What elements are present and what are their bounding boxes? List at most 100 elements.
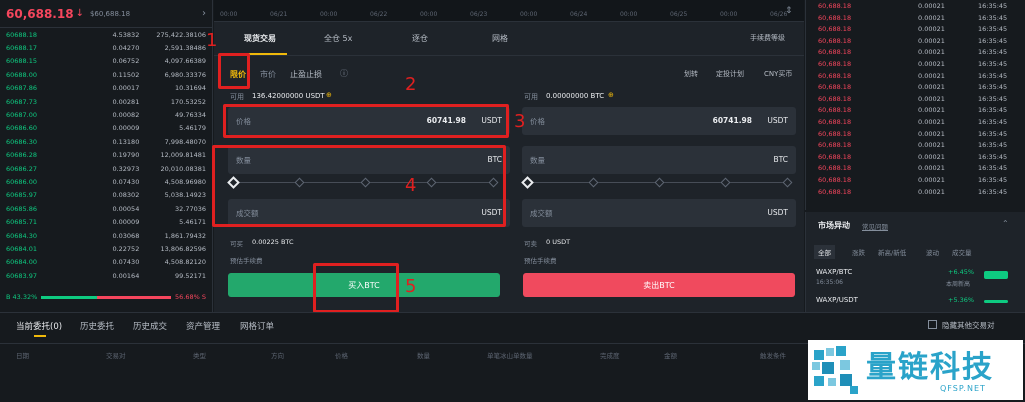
tab-spot[interactable]: 现货交易 — [244, 33, 276, 44]
tab-assets[interactable]: 资产管理 — [186, 320, 220, 332]
trade-price: 60,688.18 — [818, 176, 852, 184]
order-book-row[interactable]: 60686.00 0.07430 4,508.96980 — [0, 175, 212, 188]
market-tab-change[interactable]: 涨跌 — [852, 247, 865, 257]
market-item[interactable]: WAXP/BTC 16:35:06 +6.45% 本周新高 — [816, 268, 1016, 290]
ob-total: 275,422.38106 — [156, 30, 207, 39]
order-book-row[interactable]: 60686.30 0.13180 7,998.48070 — [0, 135, 212, 148]
trade-price: 60,688.18 — [818, 71, 852, 80]
trade-time: 16:35:45 — [978, 60, 1008, 68]
trade-time: 16:35:45 — [978, 187, 1008, 196]
tab-grid-orders[interactable]: 网格订单 — [240, 320, 274, 332]
tab-order-history[interactable]: 历史委托 — [80, 320, 114, 332]
axis-tick-label: 06/22 — [370, 11, 388, 18]
ob-total: 6,980.33376 — [164, 70, 207, 79]
order-book-row[interactable]: 60688.15 0.06752 4,097.66389 — [0, 55, 212, 68]
order-book-row[interactable]: 60687.00 0.00082 49.76334 — [0, 108, 212, 121]
order-book-row[interactable]: 60684.01 0.22752 13,806.82596 — [0, 242, 212, 255]
sell-amount-slider[interactable] — [521, 176, 793, 189]
sell-btc-button[interactable]: 卖出BTC — [523, 273, 795, 297]
slider-step-25[interactable] — [588, 177, 599, 188]
fee-level-link[interactable]: 手续费等级 — [750, 33, 785, 43]
info-icon[interactable]: ⓘ — [340, 68, 348, 79]
trade-row: 60,688.18 0.00021 16:35:45 — [806, 152, 1025, 164]
market-tab-all[interactable]: 全部 — [814, 245, 835, 259]
sell-total-unit: USDT — [767, 208, 788, 217]
tab-cross-margin[interactable]: 全仓 5x — [324, 33, 352, 44]
trade-amount: 0.00021 — [918, 94, 945, 103]
buy-available-value: 136.42000000 USDT — [252, 92, 325, 100]
order-book-row[interactable]: 60688.00 0.11502 6,980.33376 — [0, 68, 212, 81]
trade-row: 60,688.18 0.00021 16:35:45 — [806, 140, 1025, 152]
faq-link[interactable]: 常见问题 — [862, 221, 888, 231]
trade-row: 60,688.18 0.00021 16:35:45 — [806, 13, 1025, 25]
trade-amount: 0.00021 — [918, 36, 945, 45]
ob-total: 170.53252 — [170, 97, 207, 106]
order-book-row[interactable]: 60686.60 0.00009 5.46179 — [0, 122, 212, 135]
market-item[interactable]: WAXP/USDT +5.36% — [816, 296, 1016, 312]
slider-step-100[interactable] — [782, 177, 793, 188]
order-book-row[interactable]: 60684.30 0.03068 1,861.79432 — [0, 229, 212, 242]
transfer-link[interactable]: 划转 — [684, 69, 698, 79]
last-price: 60,688.18 — [6, 6, 74, 21]
sell-total-field[interactable]: 成交额 USDT — [522, 199, 796, 227]
order-book-row[interactable]: 60685.71 0.00009 5.46171 — [0, 215, 212, 228]
market-tab-volume[interactable]: 成交量 — [952, 247, 972, 257]
sell-qty-field[interactable]: 数量 BTC — [522, 146, 796, 174]
buy-deposit-icon[interactable]: ⊕ — [326, 91, 332, 99]
order-book-row[interactable]: 60688.18 4.53832 275,422.38106 — [0, 28, 212, 41]
order-book-row[interactable]: 60683.97 0.00164 99.52171 — [0, 269, 212, 282]
trade-price: 60,688.18 — [818, 2, 852, 10]
market-tab-high-low[interactable]: 新高/新低 — [878, 247, 906, 257]
ob-price: 60686.00 — [6, 177, 38, 186]
buy-max-value: 0.00225 BTC — [252, 238, 294, 246]
chevron-right-icon[interactable]: › — [202, 8, 206, 19]
expand-icon[interactable]: ⇕ — [785, 6, 793, 16]
col-price: 价格 — [335, 352, 348, 360]
ob-amount: 0.08302 — [112, 191, 140, 200]
ob-total: 4,508.82120 — [164, 258, 207, 267]
ob-price: 60686.30 — [6, 137, 38, 146]
order-book-row[interactable]: 60686.27 0.32973 20,010.08381 — [0, 162, 212, 175]
order-book-row[interactable]: 60687.86 0.00017 10.31694 — [0, 82, 212, 95]
ob-total: 12,009.81481 — [160, 151, 207, 160]
sell-qty-unit: BTC — [773, 155, 788, 164]
sell-max-value: 0 USDT — [546, 238, 571, 246]
slider-handle[interactable] — [521, 176, 534, 189]
trade-price: 60,688.18 — [818, 187, 852, 196]
tab-grid[interactable]: 网格 — [492, 33, 508, 44]
tab-open-orders[interactable]: 当前委托(0) — [16, 320, 62, 332]
trade-time: 16:35:45 — [978, 71, 1008, 80]
order-book-row[interactable]: 60685.86 0.00054 32.77036 — [0, 202, 212, 215]
sell-price-value[interactable]: 60741.98 — [713, 116, 752, 125]
dca-plan-link[interactable]: 定投计划 — [716, 69, 744, 79]
trade-row: 60,688.18 0.00021 16:35:45 — [806, 163, 1025, 175]
tab-trade-history[interactable]: 历史成交 — [133, 320, 167, 332]
ob-price: 60686.28 — [6, 151, 38, 160]
sell-deposit-icon[interactable]: ⊕ — [608, 91, 614, 99]
ob-price: 60685.71 — [6, 218, 38, 227]
slider-step-75[interactable] — [720, 177, 731, 188]
trade-price: 60,688.18 — [818, 94, 852, 103]
order-type-market[interactable]: 市价 — [260, 69, 276, 80]
ob-price: 60688.15 — [6, 57, 38, 66]
ob-amount: 0.00009 — [112, 218, 140, 227]
order-book-row[interactable]: 60684.00 0.07430 4,508.82120 — [0, 256, 212, 269]
ob-amount: 0.11502 — [112, 70, 140, 79]
trade-row: 60,688.18 0.00021 16:35:45 — [806, 175, 1025, 187]
order-book-row[interactable]: 60687.73 0.00281 170.53252 — [0, 95, 212, 108]
slider-step-50[interactable] — [654, 177, 665, 188]
order-book-row[interactable]: 60685.97 0.08302 5,038.14923 — [0, 189, 212, 202]
buy-sell-ratio: B 43.32% 56.68% S — [6, 292, 206, 302]
collapse-icon[interactable]: ⌃ — [1002, 219, 1009, 228]
order-book-row[interactable]: 60686.28 0.19790 12,009.81481 — [0, 149, 212, 162]
annotation-box-4 — [212, 145, 506, 227]
order-book-row[interactable]: 60688.17 0.04270 2,591.38486 — [0, 41, 212, 54]
order-type-stop[interactable]: 止盈止损 — [290, 69, 322, 80]
hide-pairs-checkbox[interactable] — [928, 320, 937, 329]
sell-price-field[interactable]: 价格 60741.98 USDT — [522, 107, 796, 135]
cny-buy-link[interactable]: CNY买币 — [764, 69, 792, 79]
market-tab-volatility[interactable]: 波动 — [926, 247, 939, 257]
sell-price-unit: USDT — [767, 116, 788, 125]
tab-isolated[interactable]: 逐仓 — [412, 33, 428, 44]
trade-time: 16:35:45 — [978, 25, 1008, 34]
